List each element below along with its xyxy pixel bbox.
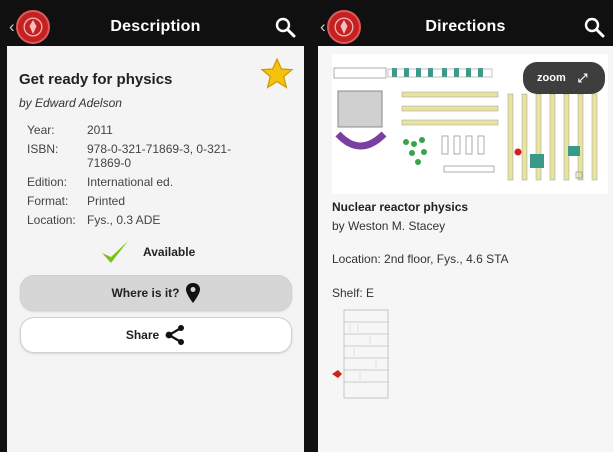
availability-label: Available	[143, 245, 196, 259]
location-marker-icon	[514, 148, 522, 156]
share-label: Share	[125, 328, 160, 342]
book-author: by Weston M. Stacey	[332, 219, 446, 233]
search-icon[interactable]	[274, 16, 296, 38]
where-is-it-button[interactable]: Where is it?	[19, 275, 292, 311]
metadata-table: Year: 2011 ISBN: 978-0-321-71869-3, 0-321-…	[19, 122, 237, 231]
checkmark-icon	[102, 241, 128, 263]
description-screen: ‹ Description Get ready for physics by E…	[7, 8, 304, 452]
search-icon[interactable]	[583, 16, 605, 38]
availability-status: Available	[99, 235, 292, 269]
where-is-it-label: Where is it?	[111, 286, 180, 300]
meta-row-isbn: ISBN: 978-0-321-71869-3, 0-321-71869-0	[27, 142, 232, 170]
map-pin-icon	[185, 283, 200, 303]
floor-map[interactable]: zoom ⤢	[332, 54, 608, 194]
expand-icon: ⤢	[577, 70, 588, 85]
meta-row-edition: Edition: International ed.	[27, 175, 174, 189]
location-text: Location: 2nd floor, Fys., 4.6 STA	[332, 252, 509, 266]
shelf-text: Shelf: E	[332, 286, 375, 300]
shelf-diagram-image	[332, 309, 389, 399]
meta-row-year: Year: 2011	[27, 123, 113, 137]
share-icon	[165, 325, 185, 345]
zoom-button[interactable]: zoom ⤢	[523, 62, 605, 94]
share-button[interactable]: Share	[19, 317, 292, 353]
book-title: Nuclear reactor physics	[332, 200, 469, 214]
app-bar: ‹ Description	[7, 8, 304, 46]
zoom-label: zoom	[537, 72, 566, 84]
book-author: by Edward Adelson	[19, 96, 122, 110]
book-title: Get ready for physics	[19, 71, 173, 88]
app-bar: ‹ Directions	[318, 8, 613, 46]
screen-title: Directions	[425, 18, 506, 35]
screen-title: Description	[110, 18, 201, 35]
meta-row-location: Location: Fys., 0.3 ADE	[27, 213, 161, 227]
directions-screen: ‹ Directions zoom ⤢ Nuclear reactor phys…	[318, 8, 613, 452]
app-logo-icon[interactable]	[16, 10, 50, 44]
meta-row-format: Format: Printed	[27, 194, 126, 208]
favorite-star-icon[interactable]	[260, 57, 294, 91]
shelf-diagram	[330, 308, 400, 400]
shelf-marker-icon	[332, 370, 342, 378]
app-logo-icon[interactable]	[327, 10, 361, 44]
